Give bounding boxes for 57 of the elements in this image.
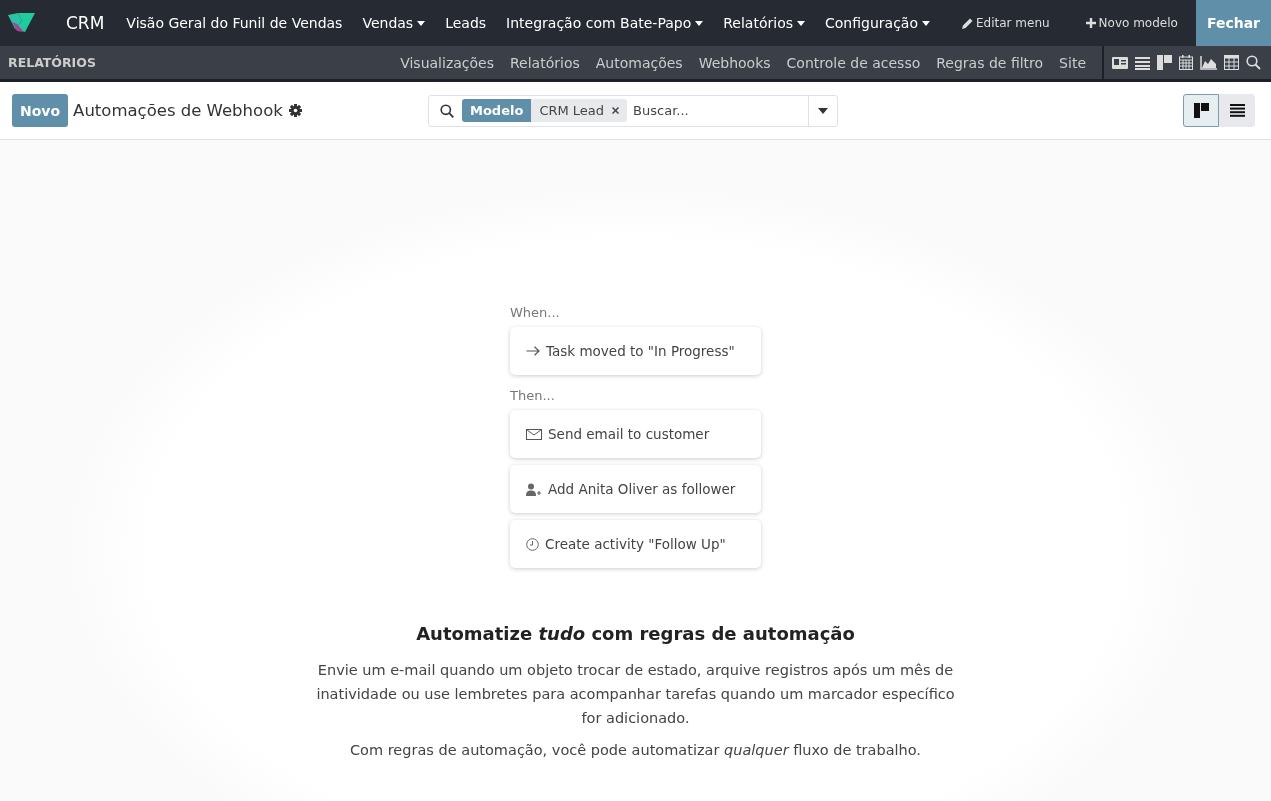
help-paragraph: Com regras de automação, você pode automatizar qualquer fluxo de trabalho.: [349, 741, 922, 760]
app-name[interactable]: CRM: [58, 13, 113, 33]
facet-label: Modelo: [462, 99, 532, 122]
studio-tab[interactable]: Site: [1051, 54, 1094, 71]
studio-tab[interactable]: Controle de acesso: [778, 54, 929, 71]
card-text: Add Anita Oliver as follower: [548, 481, 736, 497]
menu-item[interactable]: Visão Geral do Funil de Vendas: [116, 0, 353, 46]
card-text: Create activity "Follow Up": [545, 536, 726, 552]
form-view-icon[interactable]: [1112, 55, 1128, 70]
menu-item[interactable]: Leads: [435, 0, 497, 46]
menu-item[interactable]: Relatórios: [713, 0, 815, 46]
when-label: When...: [510, 305, 561, 320]
table-icon[interactable]: [1224, 55, 1239, 70]
calendar-icon[interactable]: [1179, 55, 1193, 70]
facet-value: CRM Lead: [539, 103, 605, 118]
caret-icon: [417, 20, 426, 26]
area-chart-icon[interactable]: [1200, 55, 1217, 70]
caret-icon: [695, 20, 704, 26]
studio-tab[interactable]: Regras de filtro: [928, 54, 1052, 71]
remove-icon[interactable]: [612, 107, 620, 114]
envelope-icon: [526, 428, 542, 440]
then-label: Then...: [510, 388, 556, 403]
view-switch-button[interactable]: [1183, 94, 1219, 127]
plus-icon: [1085, 18, 1096, 28]
menu-item[interactable]: Integração com Bate-Papo: [496, 0, 714, 46]
help-title: Automatize tudo com regras de automação: [416, 623, 855, 644]
menu-item[interactable]: Configuração: [815, 0, 940, 46]
edit-menu-link[interactable]: Editar menu: [943, 0, 1068, 46]
new-model-link[interactable]: Novo modelo: [1067, 0, 1196, 46]
menu-item[interactable]: Vendas: [352, 0, 436, 46]
pencil-icon: [961, 17, 973, 29]
close-button[interactable]: Fechar: [1195, 0, 1271, 46]
studio-tab[interactable]: Automações: [587, 54, 691, 71]
add-user-icon: [526, 482, 542, 496]
search-icon[interactable]: [1246, 55, 1261, 70]
list-view-icon[interactable]: [1135, 55, 1150, 70]
arrow-icon: [526, 346, 540, 356]
app-logo-icon[interactable]: [8, 13, 36, 33]
page-title: Automações de Webhook: [73, 101, 283, 120]
clock-icon: [526, 537, 539, 551]
kanban-view-icon: [1193, 103, 1209, 118]
card-text: Task moved to "In Progress": [546, 343, 735, 359]
search-bar[interactable]: Modelo CRM Lead Buscar...: [428, 94, 838, 127]
new-button[interactable]: Novo: [12, 94, 69, 127]
settings-icon[interactable]: [288, 104, 302, 117]
help-paragraph: Envie um e-mail quando um objeto trocar de estado, arquive registros após um mês de inatividade ou use lembretes para acompanhar tarefas quando um marcador específico for adicionado.: [315, 661, 956, 728]
kanban-view-icon[interactable]: [1157, 55, 1172, 70]
caret-icon[interactable]: [818, 107, 828, 114]
caret-icon: [921, 20, 930, 26]
studio-tab[interactable]: Visualizações: [392, 54, 502, 71]
studio-tab[interactable]: Relatórios: [502, 54, 588, 71]
list-view-icon: [1229, 104, 1245, 117]
search-icon: [440, 103, 454, 118]
card-text: Send email to customer: [548, 426, 710, 442]
studio-tab[interactable]: Webhooks: [690, 54, 779, 71]
section-title: RELATÓRIOS: [7, 55, 96, 70]
caret-icon: [797, 20, 805, 26]
